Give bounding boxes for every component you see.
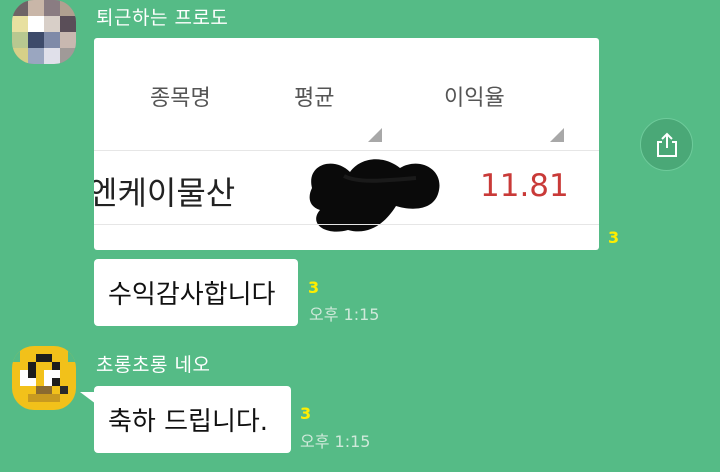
column-header-rate: 이익율 [444,86,505,111]
neo-character-avatar-icon [12,346,76,410]
sort-corner-icon [368,128,382,142]
redaction-scribble [309,159,440,232]
pixelated-avatar-icon [12,0,76,64]
sender-name: 초롱초롱 네오 [96,354,211,376]
stock-name-cell: 엔케이물산 [94,174,236,212]
sender-avatar[interactable] [12,346,76,410]
column-header-name: 종목명 [150,86,211,111]
message-bubble[interactable]: 축하 드립니다. [94,386,291,453]
message-time: 오후 1:15 [300,432,371,451]
unread-count: 3 [300,404,312,423]
sender-name: 퇴근하는 프로도 [96,7,229,29]
divider [94,224,599,225]
stock-screenshot-image[interactable]: 종목명 평균 이익율 엔케이물산 11.81 [94,38,599,250]
message-bubble[interactable]: 수익감사합니다 [94,259,298,326]
sort-corner-icon [550,128,564,142]
message-text: 수익감사합니다 [108,280,276,310]
share-icon [656,132,677,157]
message-time: 오후 1:15 [309,305,380,324]
unread-count: 3 [308,278,320,297]
share-button[interactable] [640,118,693,171]
unread-count: 3 [608,228,620,247]
column-header-average: 평균 [294,86,335,111]
sender-avatar[interactable] [12,0,76,64]
message-text: 축하 드립니다. [108,407,269,437]
profit-rate-cell: 11.81 [480,168,569,204]
